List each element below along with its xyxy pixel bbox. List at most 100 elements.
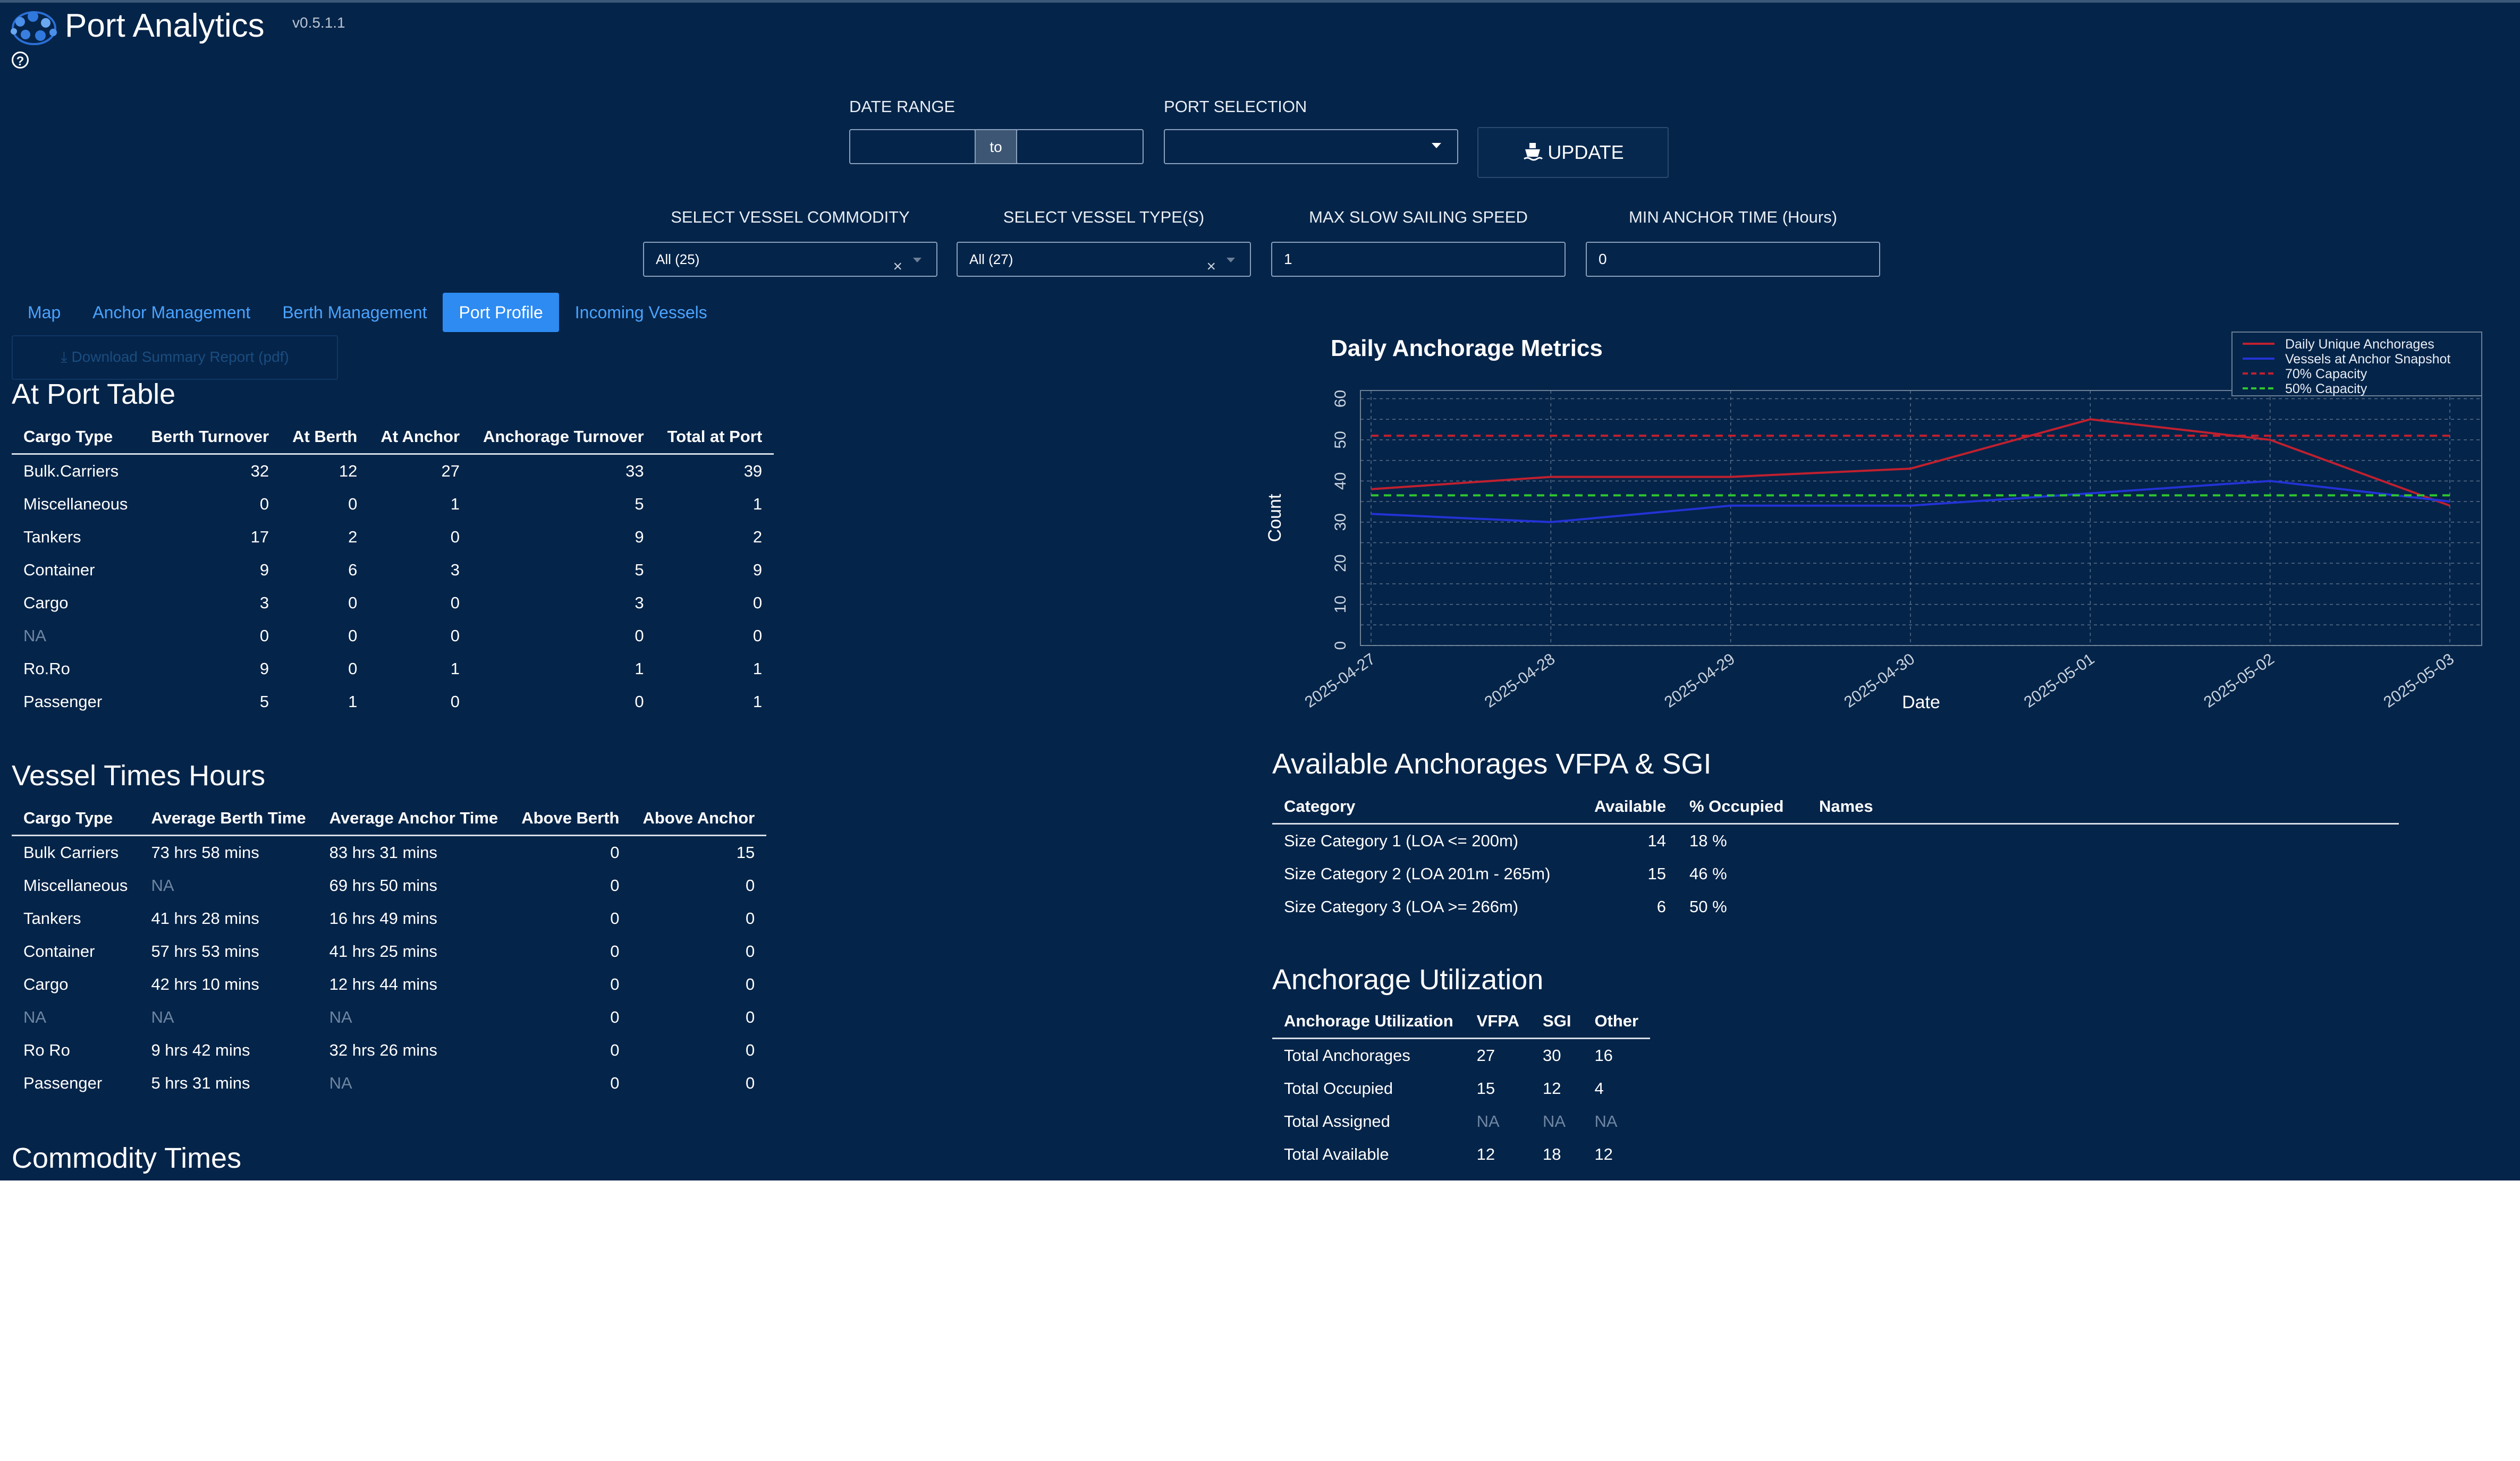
table-cell: 0 <box>348 626 358 645</box>
table-row: Size Category 3 (LOA >= 266m) 6 50 % <box>1272 890 2399 923</box>
table-cell: 2 <box>752 528 763 546</box>
max-speed-label: MAX SLOW SAILING SPEED <box>1309 208 1528 226</box>
tab-port-profile[interactable]: Port Profile <box>443 293 559 332</box>
table-cell: Container <box>23 942 95 961</box>
table-cell: 0 <box>745 876 755 895</box>
table-cell: Cargo <box>23 975 69 993</box>
table-cell: 32 <box>250 462 269 480</box>
table-cell: 57 hrs 53 mins <box>151 942 259 961</box>
column-header: Available <box>1583 790 1678 825</box>
table-row: Tankers 41 hrs 28 mins 16 hrs 49 mins 0 0 <box>12 902 766 935</box>
table-cell: 0 <box>610 1074 620 1092</box>
column-header: Category <box>1272 790 1583 825</box>
table-cell: 0 <box>450 626 460 645</box>
column-header: Total at Port <box>655 420 774 455</box>
table-cell: Total Assigned <box>1284 1112 1390 1131</box>
commodity-select[interactable]: All (25) × <box>643 242 937 277</box>
table-row: Container 57 hrs 53 mins 41 hrs 25 mins 0 0 <box>12 935 766 968</box>
column-header: % Occupied <box>1677 790 1807 825</box>
table-cell: 0 <box>610 876 620 895</box>
table-row: Cargo 3 0 0 3 0 <box>12 587 774 619</box>
port-selection-dropdown[interactable] <box>1164 129 1458 164</box>
date-to-separator: to <box>975 129 1017 164</box>
column-header: Berth Turnover <box>139 420 281 455</box>
anchorage-utilization-title: Anchorage Utilization <box>1272 964 1544 996</box>
table-cell: 18 <box>1543 1145 1561 1163</box>
table-cell: 5 <box>635 560 644 579</box>
app-title: Port Analytics <box>65 7 265 44</box>
vessel-type-select[interactable]: All (27) × <box>957 242 1251 277</box>
clear-icon[interactable]: × <box>893 250 902 283</box>
table-cell: 0 <box>450 593 460 612</box>
table-cell: 9 <box>259 659 269 678</box>
table-cell: 27 <box>1476 1046 1495 1065</box>
table-cell: Ro Ro <box>23 1041 70 1059</box>
table-cell: 0 <box>610 975 620 993</box>
tab-map[interactable]: Map <box>12 293 77 332</box>
tab-incoming-vessels[interactable]: Incoming Vessels <box>559 293 723 332</box>
clear-icon[interactable]: × <box>1206 250 1216 283</box>
table-row: NA 0 0 0 0 0 <box>12 619 774 652</box>
table-cell: 0 <box>745 975 755 993</box>
chevron-down-icon <box>913 258 921 262</box>
min-anchor-input[interactable]: 0 <box>1586 242 1880 277</box>
y-tick-label: 40 <box>1332 472 1349 490</box>
table-cell: 9 hrs 42 mins <box>151 1041 250 1059</box>
help-icon[interactable]: ? <box>12 52 29 69</box>
tab-anchor-management[interactable]: Anchor Management <box>77 293 266 332</box>
table-cell: Passenger <box>23 1074 103 1092</box>
table-row: Total Occupied 15 12 4 <box>1272 1072 1650 1105</box>
update-button[interactable]: UPDATE <box>1477 127 1669 178</box>
table-cell: Total Occupied <box>1284 1079 1393 1098</box>
download-report-button[interactable]: ⤓ Download Summary Report (pdf) <box>12 335 338 380</box>
table-row: Ro.Ro 9 0 1 1 1 <box>12 652 774 685</box>
table-cell: 39 <box>743 462 763 480</box>
table-cell: 0 <box>752 593 763 612</box>
date-end-input[interactable] <box>1016 129 1144 164</box>
table-cell: NA <box>23 1008 47 1026</box>
table-cell: 1 <box>450 659 460 678</box>
table-cell: 12 <box>1594 1145 1613 1163</box>
y-tick-label: 20 <box>1332 554 1349 572</box>
table-cell: 0 <box>450 528 460 546</box>
table-cell: 12 hrs 44 mins <box>329 975 437 993</box>
legend-entry: 70% Capacity <box>2285 367 2367 381</box>
table-cell: 6 <box>348 560 358 579</box>
table-cell: Miscellaneous <box>23 876 128 895</box>
max-speed-input[interactable]: 1 <box>1271 242 1566 277</box>
y-tick-label: 50 <box>1332 431 1349 448</box>
table-cell: 1 <box>752 495 763 513</box>
table-cell: 3 <box>450 560 460 579</box>
column-header: At Anchor <box>369 420 472 455</box>
column-header: SGI <box>1531 1005 1583 1039</box>
table-cell: 14 <box>1647 831 1666 850</box>
table-cell: NA <box>1543 1112 1566 1131</box>
anchorage-utilization-table: Anchorage Utilization VFPA SGI Other Tot… <box>1272 1005 1651 1171</box>
column-header: Average Berth Time <box>139 802 318 836</box>
table-cell: 5 <box>259 692 269 711</box>
table-cell: 42 hrs 10 mins <box>151 975 259 993</box>
table-cell: 15 <box>1647 864 1666 883</box>
table-cell: 6 <box>1656 897 1666 916</box>
table-cell: 0 <box>610 1041 620 1059</box>
y-tick-label: 0 <box>1332 641 1349 650</box>
table-cell: Cargo <box>23 593 69 612</box>
date-start-input[interactable] <box>849 129 976 164</box>
tab-berth-management[interactable]: Berth Management <box>266 293 443 332</box>
column-header: Anchorage Turnover <box>471 420 656 455</box>
table-cell: NA <box>23 626 47 645</box>
x-tick-label: 2025-04-28 <box>1482 650 1559 711</box>
app-version: v0.5.1.1 <box>292 14 345 31</box>
y-tick-label: 30 <box>1332 513 1349 531</box>
table-cell: 3 <box>259 593 269 612</box>
at-port-table: Cargo Type Berth Turnover At Berth At An… <box>12 420 774 718</box>
port-selection-label: PORT SELECTION <box>1164 97 1307 116</box>
download-label: Download Summary Report (pdf) <box>71 349 289 365</box>
table-cell: Container <box>23 560 95 579</box>
vessel-type-label: SELECT VESSEL TYPE(S) <box>1003 208 1205 226</box>
table-cell: 2 <box>348 528 358 546</box>
table-row: Miscellaneous 0 0 1 5 1 <box>12 488 774 521</box>
chevron-down-icon <box>1432 143 1441 148</box>
commodity-times-title: Commodity Times <box>12 1142 242 1174</box>
vessel-times-table: Cargo Type Average Berth Time Average An… <box>12 802 767 1100</box>
